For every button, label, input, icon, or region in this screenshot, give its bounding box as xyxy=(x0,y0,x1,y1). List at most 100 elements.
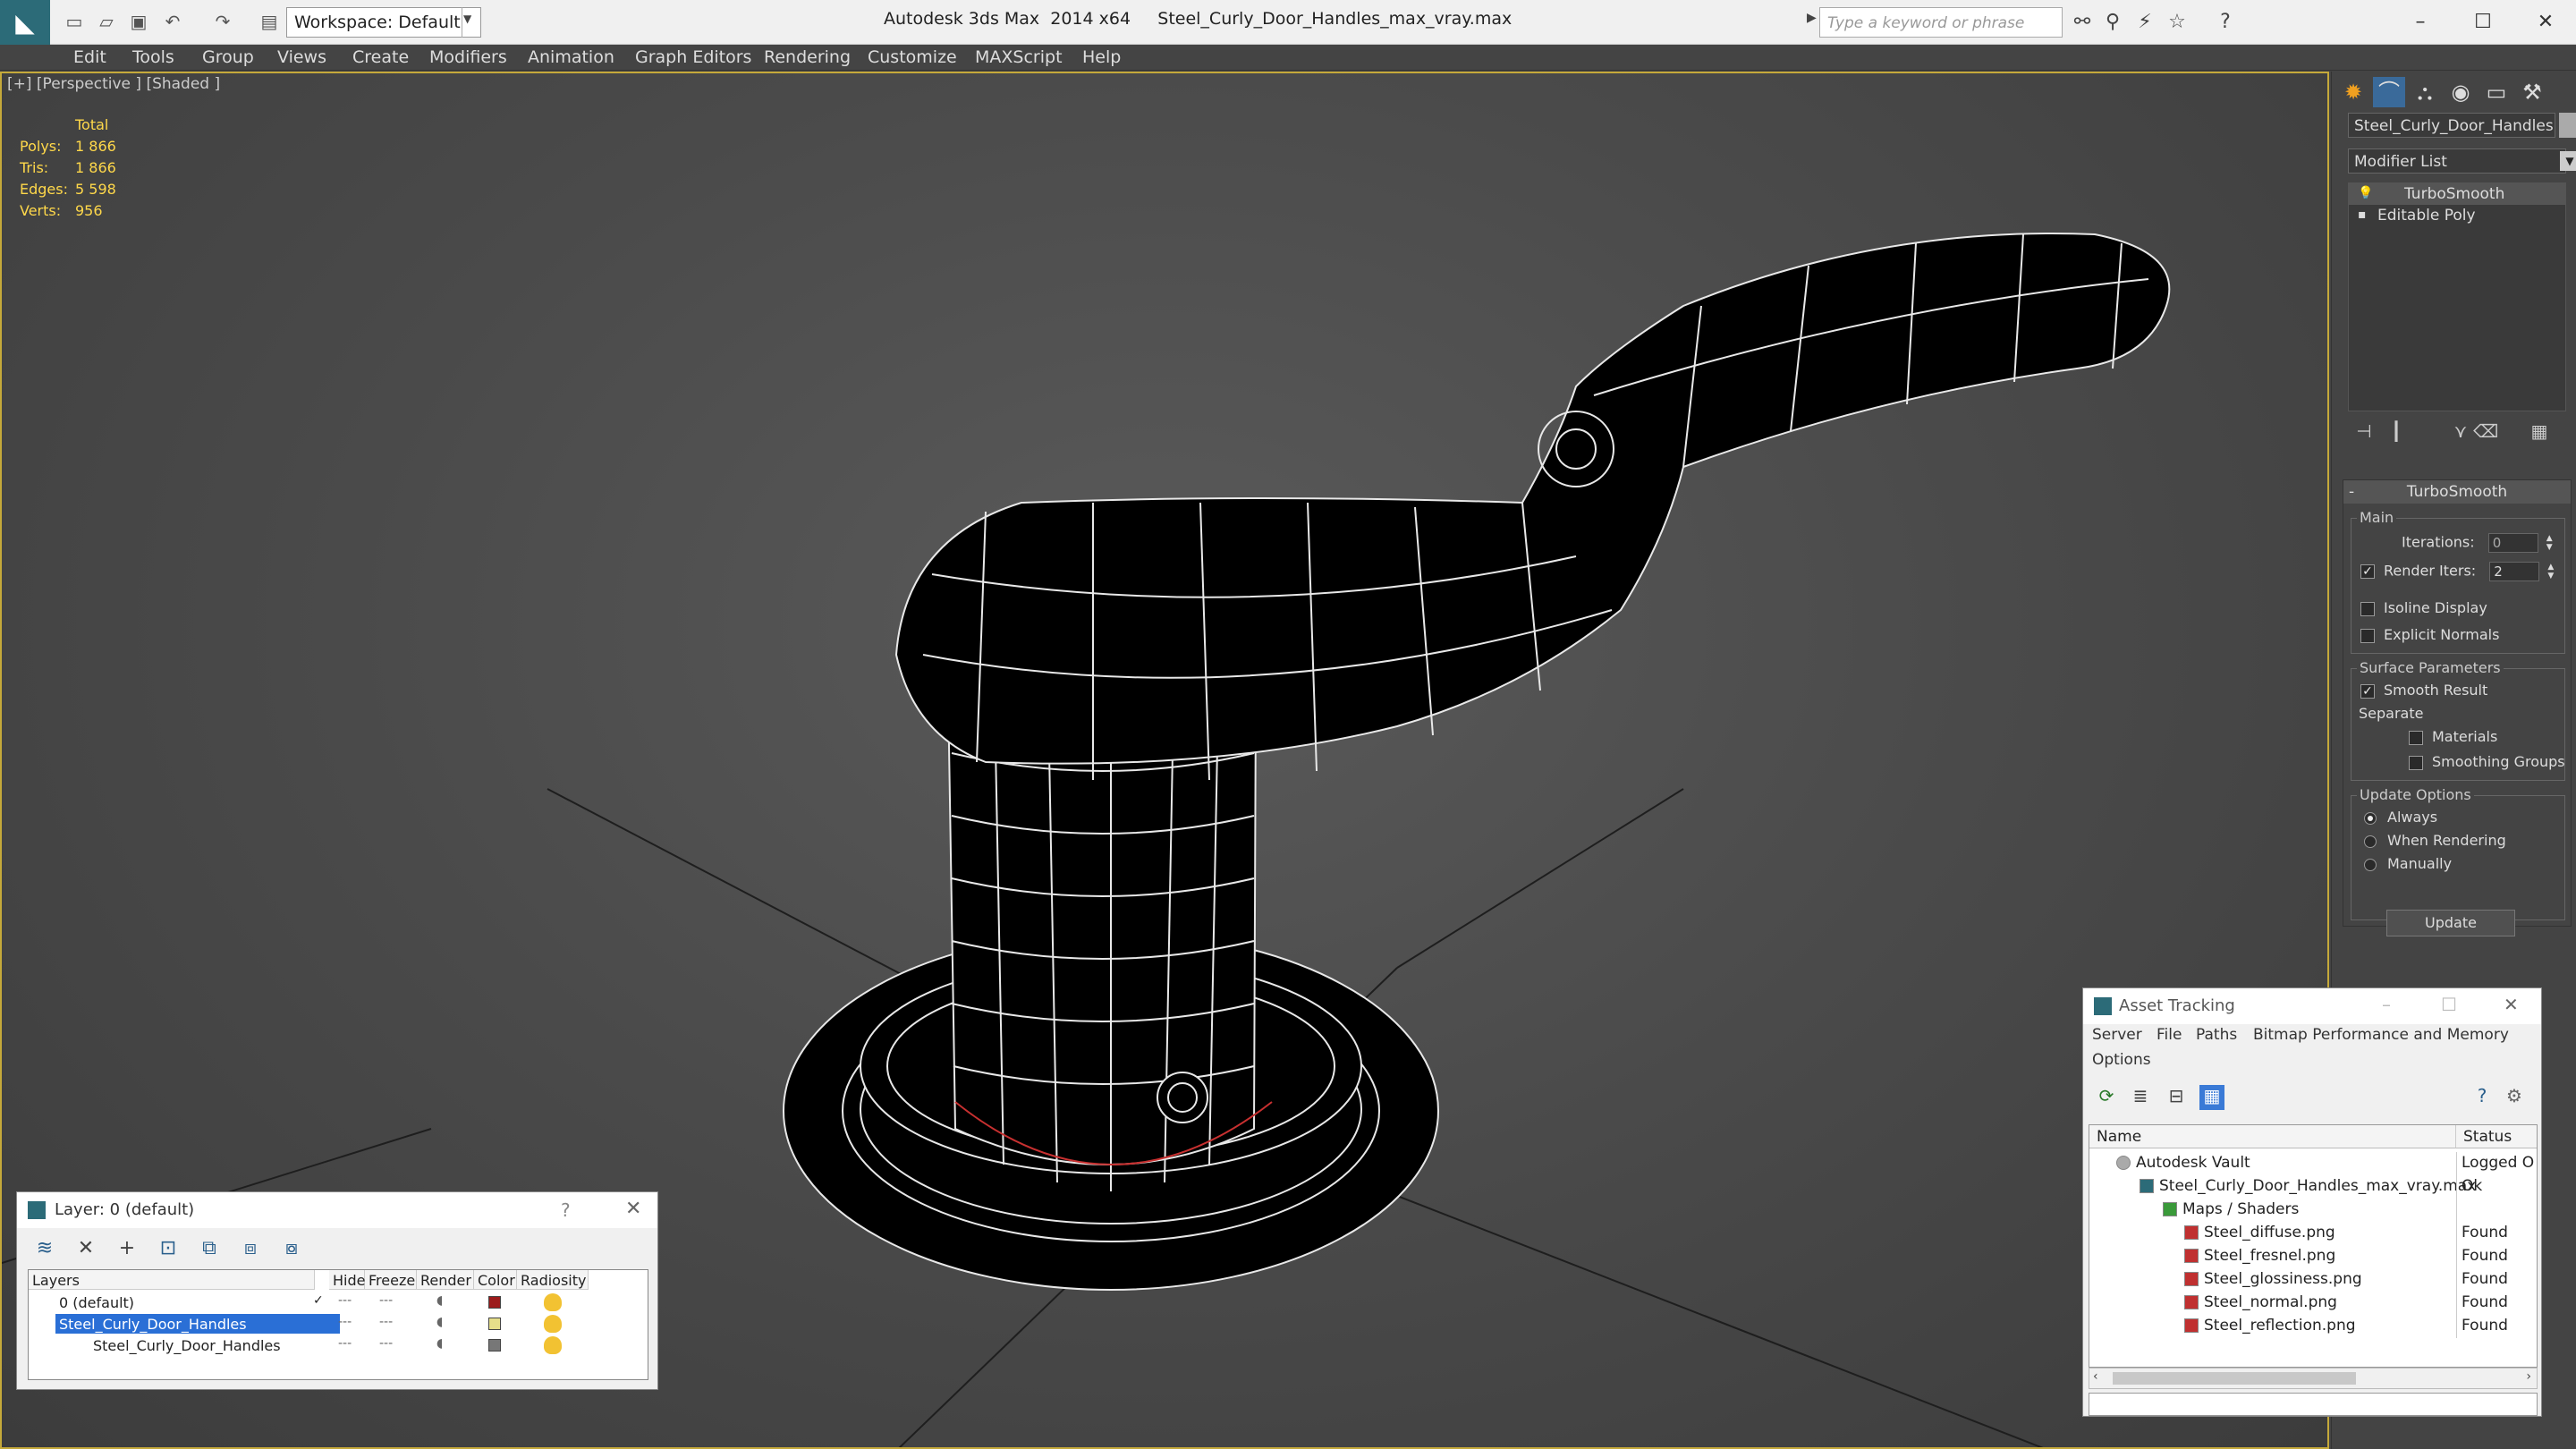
teapot-icon[interactable]: ◖ xyxy=(436,1293,443,1308)
layer-color-swatch[interactable] xyxy=(488,1296,501,1309)
isoline-display-checkbox[interactable] xyxy=(2360,601,2375,616)
menu-customize[interactable]: Customize xyxy=(868,47,957,67)
project-folder-icon[interactable]: ▤ xyxy=(258,10,281,33)
layer-name[interactable]: 0 (default) xyxy=(55,1292,138,1312)
workspace-dropdown[interactable]: Workspace: Default xyxy=(286,7,481,38)
pin-stack-icon[interactable]: ⊣ xyxy=(2351,420,2377,444)
radiosity-bulb-icon[interactable] xyxy=(544,1293,562,1311)
object-color-swatch[interactable] xyxy=(2559,113,2576,138)
highlight-layer-icon[interactable]: ⧉ xyxy=(196,1237,223,1262)
open-file-icon[interactable]: ▱ xyxy=(95,10,118,33)
menu-file[interactable]: File xyxy=(2157,1026,2182,1044)
menu-create[interactable]: Create xyxy=(352,47,409,67)
search-expand-icon[interactable]: ▶ xyxy=(1807,11,1817,25)
column-header-freeze[interactable]: Freeze xyxy=(365,1270,417,1290)
freeze-toggle[interactable]: --- xyxy=(379,1336,393,1351)
explicit-normals-checkbox[interactable] xyxy=(2360,628,2375,643)
menu-group[interactable]: Group xyxy=(202,47,254,67)
show-end-result-icon[interactable]: ┃ xyxy=(2384,420,2409,444)
when-rendering-radio[interactable] xyxy=(2364,835,2377,848)
object-name-field[interactable]: Steel_Curly_Door_Handles xyxy=(2348,113,2555,138)
freeze-all-icon[interactable]: ⧇ xyxy=(278,1237,305,1262)
rollout-header[interactable]: - TurboSmooth xyxy=(2343,480,2571,504)
add-to-layer-icon[interactable]: + xyxy=(114,1237,140,1262)
binoculars-icon[interactable]: ⚯ xyxy=(2070,10,2095,35)
expand-plus-icon[interactable]: ▪ xyxy=(2358,208,2368,221)
scroll-left-icon[interactable]: ‹ xyxy=(2093,1369,2098,1384)
redo-icon[interactable]: ↷ xyxy=(211,10,234,33)
modify-tab-icon[interactable]: ⌒ xyxy=(2373,77,2405,107)
close-icon[interactable]: ✕ xyxy=(2504,994,2519,1015)
list-view-icon[interactable]: ≣ xyxy=(2128,1085,2153,1110)
table-view-icon[interactable]: ⊟ xyxy=(2164,1085,2189,1110)
modifier-list-dropdown[interactable]: Modifier List ▼ xyxy=(2348,148,2576,174)
asset-row[interactable]: Steel_reflection.png Found xyxy=(2089,1315,2537,1338)
communication-icon[interactable]: ⚡ xyxy=(2132,10,2157,35)
column-header-name[interactable]: Name xyxy=(2089,1125,2456,1148)
column-header-render[interactable]: Render xyxy=(417,1270,474,1290)
search-input[interactable]: Type a keyword or phrase xyxy=(1819,7,2063,38)
undo-icon[interactable]: ↶ xyxy=(161,10,184,33)
object-name[interactable]: Steel_Curly_Door_Handles xyxy=(89,1335,284,1355)
settings-icon[interactable]: ⚙ xyxy=(2502,1085,2527,1110)
layer-name[interactable]: Steel_Curly_Door_Handles xyxy=(55,1314,340,1334)
menu-maxscript[interactable]: MAXScript xyxy=(975,47,1063,67)
hide-all-icon[interactable]: ⧈ xyxy=(237,1237,264,1262)
stack-item-editable-poly[interactable]: ▪ Editable Poly xyxy=(2349,205,2565,226)
layer-window-titlebar[interactable]: Layer: 0 (default) ? ✕ xyxy=(17,1192,657,1228)
radiosity-bulb-icon[interactable] xyxy=(544,1315,562,1333)
column-header-radiosity[interactable]: Radiosity xyxy=(517,1270,589,1290)
create-layer-icon[interactable]: ≋ xyxy=(31,1237,58,1262)
help-icon[interactable]: ? xyxy=(561,1199,571,1221)
menu-help[interactable]: Help xyxy=(1082,47,1121,67)
radiosity-bulb-icon[interactable] xyxy=(544,1336,562,1354)
help-icon[interactable]: ? xyxy=(2470,1085,2495,1110)
freeze-toggle[interactable]: --- xyxy=(379,1315,393,1329)
close-icon[interactable]: ✕ xyxy=(625,1198,641,1220)
asset-window-titlebar[interactable]: Asset Tracking – ☐ ✕ xyxy=(2083,988,2541,1024)
utilities-tab-icon[interactable]: ⚒ xyxy=(2516,77,2548,107)
menu-edit[interactable]: Edit xyxy=(73,47,106,67)
teapot-icon[interactable]: ◖ xyxy=(436,1336,443,1351)
maximize-icon[interactable]: ☐ xyxy=(2441,994,2457,1015)
hide-toggle[interactable]: --- xyxy=(338,1315,352,1329)
display-tab-icon[interactable]: ▭ xyxy=(2480,77,2512,107)
column-header-hide[interactable]: Hide xyxy=(329,1270,365,1290)
menu-bitmap-performance[interactable]: Bitmap Performance and Memory xyxy=(2253,1026,2509,1044)
asset-path-field[interactable] xyxy=(2089,1393,2538,1416)
hierarchy-tab-icon[interactable]: ⛬ xyxy=(2409,77,2441,107)
hide-toggle[interactable]: --- xyxy=(338,1293,352,1308)
spinner-arrows-icon[interactable]: ▲ ▼ xyxy=(2546,534,2553,552)
teapot-icon[interactable]: ◖ xyxy=(436,1315,443,1329)
asset-row[interactable]: Steel_fresnel.png Found xyxy=(2089,1245,2537,1268)
menu-paths[interactable]: Paths xyxy=(2196,1026,2237,1044)
column-header-layers[interactable]: Layers xyxy=(29,1270,315,1290)
close-button[interactable]: ✕ xyxy=(2519,5,2572,39)
minimize-button[interactable]: – xyxy=(2394,5,2447,39)
refresh-icon[interactable]: ⟳ xyxy=(2094,1085,2119,1110)
asset-row[interactable]: Steel_diffuse.png Found xyxy=(2089,1222,2537,1245)
smooth-result-checkbox[interactable]: ✓ xyxy=(2360,683,2375,699)
asset-row[interactable]: Steel_glossiness.png Found xyxy=(2089,1268,2537,1292)
modifier-stack[interactable]: 💡 TurboSmooth ▪ Editable Poly xyxy=(2348,182,2566,411)
3dsmax-logo-icon[interactable]: ◣ xyxy=(0,0,50,45)
column-header-color[interactable]: Color xyxy=(474,1270,517,1290)
asset-row[interactable]: Steel_Curly_Door_Handles_max_vray.max Ok xyxy=(2089,1175,2537,1199)
select-objects-icon[interactable]: ⊡ xyxy=(155,1237,182,1262)
layer-row[interactable]: Steel_Curly_Door_Handles --- --- ◖ xyxy=(29,1335,648,1356)
scroll-right-icon[interactable]: › xyxy=(2526,1369,2531,1384)
menu-tools[interactable]: Tools xyxy=(132,47,174,67)
asset-row[interactable]: Autodesk Vault Logged O xyxy=(2089,1152,2537,1175)
scrollbar-thumb[interactable] xyxy=(2113,1372,2356,1385)
hide-toggle[interactable]: --- xyxy=(338,1336,352,1351)
new-file-icon[interactable]: ▭ xyxy=(63,10,86,33)
asset-row[interactable]: Steel_normal.png Found xyxy=(2089,1292,2537,1315)
update-button[interactable]: Update xyxy=(2386,910,2515,936)
layer-row[interactable]: 0 (default) ✓ --- --- ◖ xyxy=(29,1292,648,1313)
menu-options[interactable]: Options xyxy=(2092,1051,2151,1069)
layer-row[interactable]: Steel_Curly_Door_Handles --- --- ◖ xyxy=(29,1313,648,1335)
minimize-icon[interactable]: – xyxy=(2382,994,2391,1015)
freeze-toggle[interactable]: --- xyxy=(379,1293,393,1308)
layer-color-swatch[interactable] xyxy=(488,1339,501,1352)
materials-checkbox[interactable] xyxy=(2409,730,2423,745)
